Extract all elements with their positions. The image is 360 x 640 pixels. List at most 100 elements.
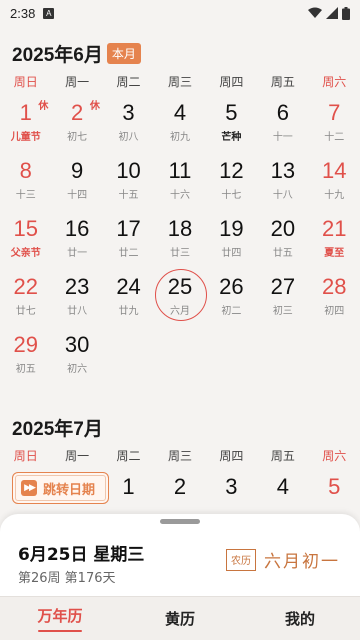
day-cell[interactable]: 29 初五 [0,326,51,384]
day-cell[interactable]: 6 十一 [257,94,308,152]
lunar-day: 初二 [221,306,242,317]
date-detail-sheet[interactable]: 6月25日 星期三 第26周 第176天 农历 六月初一 [0,514,360,596]
month-block-june: 2025年6月 本月 周日 周一 周二 周三 周四 周五 周六 1 儿童节休 2 初七… [0,38,360,384]
lunar-day: 初九 [169,132,190,143]
tab-active-indicator [38,630,82,632]
day-cell[interactable]: 10 十五 [103,152,154,210]
weekday-label: 周四 [219,74,244,89]
tab-almanac[interactable]: 黄历 [120,597,240,640]
day-cell[interactable]: 15 父亲节 [0,210,51,268]
day-cell[interactable]: 8 十三 [0,152,51,210]
day-cell-selected[interactable]: 25 六月 [154,268,208,326]
day-cell[interactable]: 7 十二 [309,94,360,152]
sheet-drag-handle[interactable] [160,519,200,524]
lunar-day: 儿童节 [10,132,41,143]
weekday-label: 周六 [322,448,347,463]
day-number: 27 [270,274,296,299]
weekday-label: 周日 [13,74,38,89]
weekday-label: 周五 [270,74,295,89]
lunar-day: 廿三 [169,248,190,259]
day-cell[interactable]: 19 廿四 [206,210,257,268]
lunar-day: 初八 [118,132,139,143]
day-cell[interactable]: 2 初七 休 [51,94,102,152]
day-number: 28 [322,274,347,299]
day-cell[interactable]: 18 廿三 [154,210,205,268]
week-row: 1 儿童节休 2 初七休 3 初八 4 初九 5 芒种 6 十一 7 十二 [0,94,360,152]
day-cell[interactable]: 5 芒种 [206,94,257,152]
day-cell[interactable]: 20 廿五 [257,210,308,268]
day-cell[interactable]: 24 廿九 [103,268,154,326]
lunar-day: 初三 [272,306,293,317]
weekday-header: 周日 周一 周二 周三 周四 周五 周六 [0,442,360,468]
status-icons [308,6,350,20]
day-cell[interactable]: 9 十四 [51,152,102,210]
tab-label: 黄历 [164,610,195,628]
day-number: 10 [116,158,141,183]
status-bar: 2:38 A [0,0,360,26]
weekday-header: 周日 周一 周二 周三 周四 周五 周六 [0,68,360,94]
lunar-day: 初七 [67,132,88,143]
day-cell[interactable]: 11 十六 [154,152,205,210]
weekday-label: 周五 [270,448,295,463]
this-month-button[interactable]: 本月 [106,42,141,64]
day-cell[interactable]: 17 廿二 [103,210,154,268]
notification-icon: A [43,7,55,19]
lunar-date: 六月初一 [264,552,340,572]
tab-calendar[interactable]: 万年历 [0,597,120,640]
month-title: 2025年7月 [12,418,103,440]
tab-label: 万年历 [37,607,83,625]
lunar-day: 夏至 [324,248,345,259]
day-cell[interactable]: 4 初九 [154,94,205,152]
day-cell[interactable]: 14 十九 [309,152,360,210]
lunar-day: 十八 [272,190,293,201]
lunar-date-box: 农历 六月初一 [226,547,340,572]
day-number: 21 [322,216,347,241]
day-cell[interactable]: 3 初八 [103,94,154,152]
week-row: 22 廿七 23 廿八 24 廿九 25 六月 26 初二 27 初三 28 初四 [0,268,360,326]
day-cell[interactable]: 22 廿七 [0,268,51,326]
weekday-label: 周四 [219,448,244,463]
day-cell[interactable]: 21 夏至 [309,210,360,268]
day-number: 3 [122,100,135,125]
day-cell[interactable]: 27 初三 [257,268,308,326]
weekday-label: 周三 [167,74,192,89]
lunar-day: 十七 [221,190,242,201]
month-header: 2025年7月 [0,412,360,442]
day-number: 6 [276,100,289,125]
jump-to-date-button[interactable]: ▶▶ 跳转日期 [12,472,109,504]
day-number: 13 [270,158,296,183]
day-number: 30 [64,332,90,357]
day-number: 8 [19,158,32,183]
day-cell[interactable]: 26 初二 [206,268,257,326]
lunar-day: 廿七 [15,306,36,317]
day-cell[interactable]: 28 初四 [309,268,360,326]
day-number: 14 [322,158,347,183]
tab-label: 我的 [284,610,315,628]
week-day-info: 第26周 第176天 [18,571,116,586]
day-number: 22 [13,274,38,299]
lunar-day: 十九 [324,190,345,201]
day-number: 24 [116,274,141,299]
day-number: 15 [13,216,38,241]
day-cell[interactable]: 13 十八 [257,152,308,210]
tab-profile[interactable]: 我的 [240,597,360,640]
day-number: 18 [167,216,193,241]
day-cell[interactable]: 30 初六 [51,326,102,384]
lunar-day: 廿八 [67,306,88,317]
day-number: 7 [328,100,341,125]
week-row: 29 初五 30 初六 [0,326,360,384]
day-cell[interactable]: 1 儿童节 休 [0,94,51,152]
day-number: 29 [13,332,38,357]
lunar-day: 廿二 [118,248,139,259]
weekday-label: 周三 [167,448,192,463]
lunar-stamp: 农历 [226,548,256,571]
fast-forward-icon: ▶▶ [21,480,37,496]
day-cell[interactable]: 16 廿一 [51,210,102,268]
lunar-day: 父亲节 [10,248,41,259]
day-cell[interactable]: 12 十七 [206,152,257,210]
lunar-day: 廿五 [272,248,293,259]
bottom-tab-bar: 万年历 黄历 我的 [0,596,360,640]
day-number: 5 [328,474,341,499]
day-cell[interactable]: 23 廿八 [51,268,102,326]
lunar-day: 十四 [67,190,88,201]
